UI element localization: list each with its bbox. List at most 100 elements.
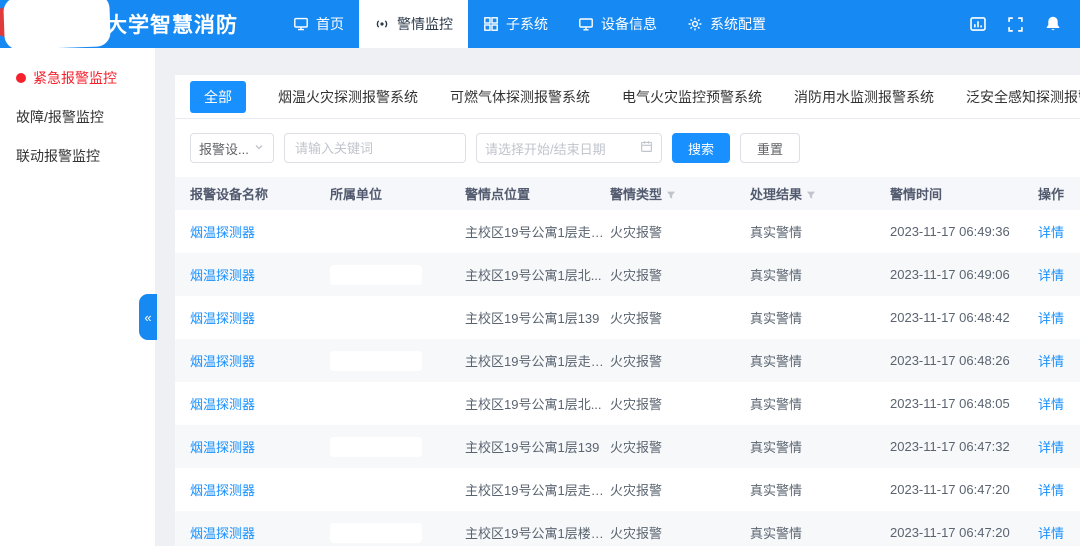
device-monitor-icon [578, 16, 594, 32]
date-range-input[interactable]: 请选择开始/结束日期 [476, 133, 662, 163]
table-row: 烟温探测器主校区19号公寓1层走廊4火灾报警真实警情2023-11-17 06:… [175, 339, 1080, 382]
device-name-link[interactable]: 烟温探测器 [175, 480, 330, 499]
details-link[interactable]: 详情 [1038, 265, 1080, 284]
alarm-time-cell: 2023-11-17 06:47:20 [890, 482, 1038, 497]
redaction-blob [330, 437, 422, 457]
details-link[interactable]: 详情 [1038, 523, 1080, 542]
filter-funnel-icon[interactable] [666, 188, 676, 203]
alarm-type-cell: 火灾报警 [610, 308, 750, 327]
device-name-link[interactable]: 烟温探测器 [175, 437, 330, 456]
nav-item-label: 系统配置 [710, 14, 766, 34]
calendar-icon [640, 140, 653, 156]
device-name-link[interactable]: 烟温探测器 [175, 394, 330, 413]
nav-item-subsystems[interactable]: 子系统 [468, 0, 563, 48]
device-name-link[interactable]: 烟温探测器 [175, 308, 330, 327]
alarm-time-cell: 2023-11-17 06:48:26 [890, 353, 1038, 368]
chevron-down-icon [253, 141, 265, 156]
col-actions: 操作 [1038, 184, 1080, 203]
alarm-dot-icon [16, 73, 26, 83]
col-alarm-type-label: 警情类型 [610, 187, 662, 202]
redaction-blob [330, 394, 422, 414]
result-cell: 真实警情 [750, 265, 890, 284]
gear-icon [687, 16, 703, 32]
col-location: 警情点位置 [465, 184, 610, 203]
unit-cell [330, 480, 465, 500]
result-cell: 真实警情 [750, 394, 890, 413]
search-button[interactable]: 搜索 [672, 133, 730, 163]
tab-pansafety-system[interactable]: 泛安全感知探测报警系统 [966, 87, 1080, 107]
details-link[interactable]: 详情 [1038, 394, 1080, 413]
table-row: 烟温探测器主校区19号公寓1层139火灾报警真实警情2023-11-17 06:… [175, 296, 1080, 339]
table-row: 烟温探测器主校区19号公寓1层走廊4火灾报警真实警情2023-11-17 06:… [175, 210, 1080, 253]
sidebar-item-label: 故障/报警监控 [16, 107, 104, 127]
top-navbar: 大学智慧消防 首页 警情监控 [0, 0, 1080, 48]
device-name-link[interactable]: 烟温探测器 [175, 351, 330, 370]
nav-item-device-info[interactable]: 设备信息 [563, 0, 672, 48]
alarm-time-cell: 2023-11-17 06:47:32 [890, 439, 1038, 454]
sidebar-item-emergency-alarm[interactable]: 紧急报警监控 [0, 58, 155, 97]
reset-button[interactable]: 重置 [740, 133, 800, 163]
alarm-type-cell: 火灾报警 [610, 437, 750, 456]
details-link[interactable]: 详情 [1038, 308, 1080, 327]
unit-cell [330, 394, 465, 414]
collapse-chevrons-icon: « [144, 310, 151, 325]
tab-smoke-temp-system[interactable]: 烟温火灾探测报警系统 [278, 87, 418, 107]
sidebar-item-label: 紧急报警监控 [33, 68, 117, 88]
device-type-select-value: 报警设... [199, 139, 249, 158]
nav-item-home[interactable]: 首页 [278, 0, 359, 48]
app-title: 大学智慧消防 [106, 9, 238, 39]
alarm-time-cell: 2023-11-17 06:49:36 [890, 224, 1038, 239]
device-name-link[interactable]: 烟温探测器 [175, 265, 330, 284]
table-row: 烟温探测器主校区19号公寓1层北...火灾报警真实警情2023-11-17 06… [175, 253, 1080, 296]
col-alarm-type: 警情类型 [610, 184, 750, 203]
device-name-link[interactable]: 烟温探测器 [175, 222, 330, 241]
tab-all[interactable]: 全部 [190, 81, 246, 113]
alarm-time-cell: 2023-11-17 06:48:05 [890, 396, 1038, 411]
redaction-blob [330, 265, 422, 285]
unit-cell [330, 265, 465, 285]
alarm-table: 报警设备名称 所属单位 警情点位置 警情类型 处理结果 警情时间 操作 烟温探测… [175, 177, 1080, 546]
main-content-card: 全部 烟温火灾探测报警系统 可燃气体探测报警系统 电气火灾监控预警系统 消防用水… [175, 75, 1080, 546]
filter-funnel-icon[interactable] [806, 188, 816, 203]
nav-item-system-config[interactable]: 系统配置 [672, 0, 781, 48]
bell-icon[interactable] [1044, 15, 1062, 33]
tab-water-system[interactable]: 消防用水监测报警系统 [794, 87, 934, 107]
keyword-input[interactable] [284, 133, 466, 163]
location-cell: 主校区19号公寓1层北... [465, 265, 610, 284]
broadcast-icon [374, 16, 390, 32]
device-type-select[interactable]: 报警设... [190, 133, 274, 163]
result-cell: 真实警情 [750, 523, 890, 542]
sidebar: 紧急报警监控 故障/报警监控 联动报警监控 [0, 48, 155, 546]
details-link[interactable]: 详情 [1038, 222, 1080, 241]
col-unit: 所属单位 [330, 184, 465, 203]
home-monitor-icon [293, 16, 309, 32]
sidebar-item-fault-alarm[interactable]: 故障/报警监控 [0, 97, 155, 136]
alarm-time-cell: 2023-11-17 06:47:20 [890, 525, 1038, 540]
details-link[interactable]: 详情 [1038, 437, 1080, 456]
table-row: 烟温探测器主校区19号公寓1层走廊4火灾报警真实警情2023-11-17 06:… [175, 468, 1080, 511]
tab-gas-system[interactable]: 可燃气体探测报警系统 [450, 87, 590, 107]
unit-cell [330, 351, 465, 371]
subsystem-grid-icon [483, 16, 499, 32]
fullscreen-icon[interactable] [1007, 16, 1024, 33]
alarm-type-cell: 火灾报警 [610, 351, 750, 370]
alarm-type-cell: 火灾报警 [610, 523, 750, 542]
system-tabs: 全部 烟温火灾探测报警系统 可燃气体探测报警系统 电气火灾监控预警系统 消防用水… [175, 75, 1080, 119]
alarm-time-cell: 2023-11-17 06:48:42 [890, 310, 1038, 325]
details-link[interactable]: 详情 [1038, 480, 1080, 499]
nav-item-label: 子系统 [506, 14, 548, 34]
redaction-blob [330, 308, 422, 328]
device-name-link[interactable]: 烟温探测器 [175, 523, 330, 542]
location-cell: 主校区19号公寓1层走廊4 [465, 222, 610, 241]
details-link[interactable]: 详情 [1038, 351, 1080, 370]
sidebar-item-linkage-alarm[interactable]: 联动报警监控 [0, 136, 155, 175]
sidebar-collapse-button[interactable]: « [139, 294, 157, 340]
dashboard-chart-icon[interactable] [969, 15, 987, 33]
unit-cell [330, 523, 465, 543]
nav-item-alarm-monitoring[interactable]: 警情监控 [359, 0, 468, 48]
location-cell: 主校区19号公寓1层北... [465, 394, 610, 413]
table-body: 烟温探测器主校区19号公寓1层走廊4火灾报警真实警情2023-11-17 06:… [175, 210, 1080, 546]
location-cell: 主校区19号公寓1层139 [465, 437, 610, 456]
tab-electrical-system[interactable]: 电气火灾监控预警系统 [622, 87, 762, 107]
col-device-name: 报警设备名称 [175, 184, 330, 203]
